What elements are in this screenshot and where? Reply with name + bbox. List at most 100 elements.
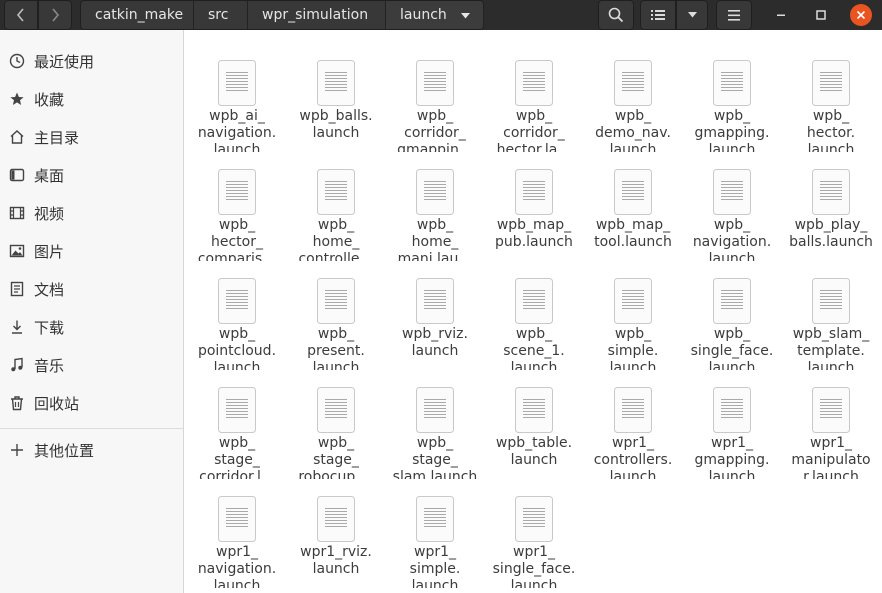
- file-item[interactable]: wpb_slam_ template. launch: [783, 262, 879, 370]
- file-name: wpb_ stage_ robocup.…: [298, 435, 374, 479]
- file-name: wpb_ corridor_ gmappin…: [397, 108, 473, 152]
- sidebar-item-pictures[interactable]: 图片: [0, 232, 183, 270]
- menu-button[interactable]: [716, 0, 752, 30]
- file-item[interactable]: wpb_rviz. launch: [387, 262, 483, 370]
- music-icon: [8, 356, 26, 374]
- view-toggle-button[interactable]: [640, 0, 676, 30]
- text-document-icon: [614, 169, 652, 215]
- sidebar-item-other-locations[interactable]: 其他位置: [0, 431, 183, 469]
- text-document-icon: [515, 387, 553, 433]
- file-item[interactable]: wpr1_rviz. launch: [288, 480, 384, 588]
- file-item[interactable]: wpr1_ navigation. launch: [189, 480, 285, 588]
- file-item[interactable]: wpb_ navigation. launch: [684, 153, 780, 261]
- text-document-icon: [515, 60, 553, 106]
- file-item[interactable]: wpb_map_ pub.launch: [486, 153, 582, 261]
- text-document-icon: [713, 387, 751, 433]
- text-document-icon: [218, 278, 256, 324]
- sidebar-item-recent[interactable]: 最近使用: [0, 42, 183, 80]
- text-document-icon: [218, 60, 256, 106]
- file-item[interactable]: wpr1_ controllers. launch: [585, 371, 681, 479]
- file-name: wpr1_ simple. launch: [409, 544, 461, 588]
- breadcrumb-wpr-simulation[interactable]: wpr_simulation: [248, 0, 386, 30]
- file-item[interactable]: wpb_ stage_ slam.launch: [387, 371, 483, 479]
- sidebar-item-downloads[interactable]: 下载: [0, 308, 183, 346]
- back-button[interactable]: [4, 0, 38, 30]
- file-item[interactable]: wpb_ai_ navigation. launch: [189, 44, 285, 152]
- file-name: wpr1_rviz. launch: [300, 544, 372, 577]
- sidebar-item-trash[interactable]: 回收站: [0, 384, 183, 422]
- sidebar-item-home[interactable]: 主目录: [0, 118, 183, 156]
- text-document-icon: [317, 169, 355, 215]
- file-item[interactable]: wpb_ home_ mani.lau…: [387, 153, 483, 261]
- file-item[interactable]: wpb_ gmapping. launch: [684, 44, 780, 152]
- sidebar: 最近使用 收藏 主目录 桌面 视频 图片 文档 下载 音乐 回收站 其他位置: [0, 30, 184, 593]
- sidebar-item-documents[interactable]: 文档: [0, 270, 183, 308]
- minimize-icon: [777, 14, 785, 16]
- file-item[interactable]: wpb_ simple. launch: [585, 262, 681, 370]
- file-name: wpb_ scene_1. launch: [503, 326, 565, 370]
- chevron-left-icon: [16, 8, 24, 22]
- breadcrumb-catkin-make[interactable]: catkin_make: [80, 0, 194, 30]
- file-item[interactable]: wpb_play_ balls.launch: [783, 153, 879, 261]
- file-name: wpb_play_ balls.launch: [789, 217, 873, 250]
- file-item[interactable]: wpr1_ manipulato r.launch: [783, 371, 879, 479]
- file-name: wpb_slam_ template. launch: [792, 326, 870, 370]
- plus-icon: [8, 441, 26, 459]
- file-item[interactable]: wpr1_ simple. launch: [387, 480, 483, 588]
- text-document-icon: [614, 278, 652, 324]
- text-document-icon: [515, 278, 553, 324]
- file-item[interactable]: wpb_ pointcloud. launch: [189, 262, 285, 370]
- file-item[interactable]: wpb_ corridor_ hector.la…: [486, 44, 582, 152]
- file-name: wpr1_ controllers. launch: [593, 435, 673, 479]
- file-item[interactable]: wpb_ stage_ robocup.…: [288, 371, 384, 479]
- sidebar-item-label: 视频: [34, 204, 65, 223]
- text-document-icon: [812, 169, 850, 215]
- file-item[interactable]: wpb_ home_ controlle…: [288, 153, 384, 261]
- text-document-icon: [515, 496, 553, 542]
- sidebar-item-label: 图片: [34, 242, 65, 261]
- file-item[interactable]: wpb_table. launch: [486, 371, 582, 479]
- sidebar-item-label: 其他位置: [34, 441, 95, 460]
- sidebar-item-music[interactable]: 音乐: [0, 346, 183, 384]
- text-document-icon: [317, 496, 355, 542]
- file-item[interactable]: wpb_ scene_1. launch: [486, 262, 582, 370]
- file-item[interactable]: wpb_ present. launch: [288, 262, 384, 370]
- picture-icon: [8, 242, 26, 260]
- file-item[interactable]: wpb_ single_face. launch: [684, 262, 780, 370]
- sidebar-divider: [0, 428, 183, 429]
- file-item[interactable]: wpb_ demo_nav. launch: [585, 44, 681, 152]
- close-button[interactable]: [850, 4, 872, 26]
- maximize-icon: [816, 10, 826, 20]
- forward-button[interactable]: [38, 0, 72, 30]
- file-name: wpr1_ gmapping. launch: [694, 435, 770, 479]
- text-document-icon: [218, 496, 256, 542]
- chevron-down-icon[interactable]: [460, 12, 471, 20]
- view-options-button[interactable]: [676, 0, 708, 30]
- text-document-icon: [218, 387, 256, 433]
- text-document-icon: [515, 169, 553, 215]
- sidebar-item-desktop[interactable]: 桌面: [0, 156, 183, 194]
- file-item[interactable]: wpb_ hector. launch: [783, 44, 879, 152]
- search-button[interactable]: [598, 0, 634, 30]
- sidebar-item-videos[interactable]: 视频: [0, 194, 183, 232]
- breadcrumb-src[interactable]: src: [194, 0, 248, 30]
- file-name: wpr1_ navigation. launch: [197, 544, 277, 588]
- file-grid: wpb_ai_ navigation. launch wpb_balls. la…: [185, 30, 882, 593]
- file-name: wpb_ home_ mani.lau…: [397, 217, 473, 261]
- file-item[interactable]: wpb_balls. launch: [288, 44, 384, 152]
- file-item[interactable]: wpr1_ gmapping. launch: [684, 371, 780, 479]
- file-item[interactable]: wpb_ corridor_ gmappin…: [387, 44, 483, 152]
- download-icon: [8, 318, 26, 336]
- maximize-button[interactable]: [810, 4, 832, 26]
- text-document-icon: [713, 169, 751, 215]
- file-item[interactable]: wpr1_ single_face. launch: [486, 480, 582, 588]
- file-item[interactable]: wpb_ hector_ comparis…: [189, 153, 285, 261]
- breadcrumb-launch[interactable]: launch: [386, 0, 484, 30]
- file-item[interactable]: wpb_ stage_ corridor.l…: [189, 371, 285, 479]
- minimize-button[interactable]: [770, 4, 792, 26]
- file-item[interactable]: wpb_map_ tool.launch: [585, 153, 681, 261]
- sidebar-item-starred[interactable]: 收藏: [0, 80, 183, 118]
- clock-icon: [8, 52, 26, 70]
- search-icon: [608, 7, 624, 23]
- hamburger-menu-icon: [728, 9, 740, 21]
